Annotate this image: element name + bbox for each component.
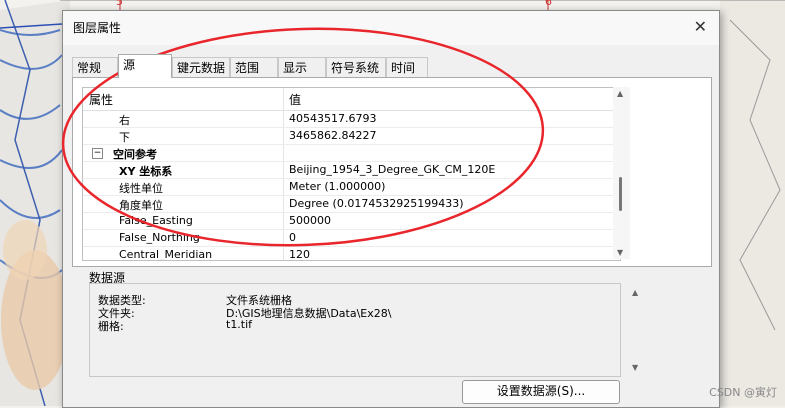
row-property: 下 [119,131,130,144]
row-value: Degree (0.0174532925199433) [289,197,464,210]
close-icon[interactable]: ✕ [694,17,707,36]
raster-value: t1.tif [226,318,253,331]
scroll-up-icon[interactable]: ▲ [632,288,638,297]
property-grid: 属性 值 右 40543517.6793 下 3465862.84227 − 空… [82,87,621,261]
row-value: 3465862.84227 [289,129,377,142]
grid-row-linear-unit[interactable]: 线性单位 Meter (1.000000) [83,179,620,196]
set-data-source-button[interactable]: 设置数据源(S)... [462,380,620,404]
tab-extent[interactable]: 范围 [230,57,278,77]
data-source-scrollbar[interactable]: ▲ ▼ [628,284,645,376]
tab-time[interactable]: 时间 [386,57,428,77]
tab-key-metadata[interactable]: 键元数据 [172,57,230,77]
row-property: 右 [119,114,130,127]
grid-scrollbar[interactable]: ▲ ▼ [613,87,630,259]
tab-display[interactable]: 显示 [278,57,326,77]
column-header-value: 值 [289,93,302,107]
grid-row-false-easting[interactable]: False_Easting 500000 [83,213,620,230]
scroll-thumb[interactable] [619,177,622,211]
raster-key: 栅格: [98,320,124,333]
row-property: 线性单位 [119,182,163,195]
row-value: Meter (1.000000) [289,180,386,193]
scroll-down-icon[interactable]: ▼ [632,363,638,372]
row-value: Beijing_1954_3_Degree_GK_CM_120E [289,163,496,176]
scroll-down-icon[interactable]: ▼ [617,248,623,257]
row-value: 500000 [289,214,331,227]
row-value: 40543517.6793 [289,112,377,125]
watermark: CSDN @寅灯 [709,386,777,399]
map-label-5: 5 [116,0,123,8]
tab-symbology[interactable]: 符号系统 [326,57,386,77]
tab-general[interactable]: 常规 [72,57,118,77]
scroll-up-icon[interactable]: ▲ [617,89,623,98]
grid-row-false-northing[interactable]: False_Northing 0 [83,230,620,247]
grid-row-central-meridian[interactable]: Central_Meridian 120 [83,247,620,261]
layer-properties-dialog: 图层属性 ✕ 常规 源 键元数据 范围 显示 符号系统 时间 属性 值 右 40… [62,10,720,408]
grid-row-right[interactable]: 右 40543517.6793 [83,111,620,128]
collapse-icon[interactable]: − [92,148,103,159]
row-property: XY 坐标系 [119,165,173,178]
title-bar: 图层属性 ✕ [63,11,719,45]
tab-source[interactable]: 源 [118,54,172,78]
grid-row-xy-coordinate-system[interactable]: XY 坐标系 Beijing_1954_3_Degree_GK_CM_120E [83,162,620,179]
data-source-box: 数据类型: 文件系统栅格 文件夹: D:\GIS地理信息数据\Data\Ex28… [89,283,638,377]
row-property: Central_Meridian [119,248,213,261]
source-panel: 属性 值 右 40543517.6793 下 3465862.84227 − 空… [72,77,712,267]
column-header-property: 属性 [89,93,114,107]
row-property: False_Northing [119,231,200,244]
row-property: 角度单位 [119,199,163,212]
group-label: 空间参考 [113,148,157,161]
dialog-title: 图层属性 [73,21,122,35]
grid-row-angular-unit[interactable]: 角度单位 Degree (0.0174532925199433) [83,196,620,213]
grid-header: 属性 值 [83,88,620,111]
grid-row-bottom[interactable]: 下 3465862.84227 [83,128,620,145]
map-label-6: 6 [545,0,552,8]
row-value: 120 [289,248,310,261]
grid-group-spatial-reference[interactable]: − 空间参考 [83,145,620,162]
row-value: 0 [289,231,296,244]
row-property: False_Easting [119,214,193,227]
